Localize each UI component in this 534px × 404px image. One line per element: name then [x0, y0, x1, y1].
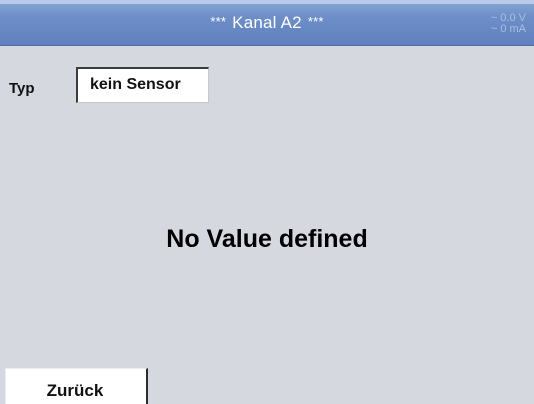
- back-button[interactable]: Zurück: [5, 368, 148, 404]
- back-button-label: Zurück: [46, 381, 104, 400]
- no-value-message: No Value defined: [166, 225, 368, 253]
- title-bar-highlight: [0, 0, 534, 4]
- typ-field[interactable]: kein Sensor: [76, 67, 209, 103]
- typ-label: Typ: [9, 80, 35, 97]
- title-stars-right: ***: [307, 14, 324, 29]
- title-bar: *** Kanal A2 *** ~ 0.0 V ~ 0 mA: [0, 0, 534, 46]
- channel-screen: *** Kanal A2 *** ~ 0.0 V ~ 0 mA Typ kein S…: [0, 0, 534, 404]
- title-stars-left: ***: [210, 14, 227, 29]
- title-text: Kanal A2: [232, 13, 302, 32]
- current-readout: ~ 0 mA: [490, 23, 526, 35]
- typ-value: kein Sensor: [90, 76, 181, 93]
- page-title: *** Kanal A2 ***: [0, 13, 534, 33]
